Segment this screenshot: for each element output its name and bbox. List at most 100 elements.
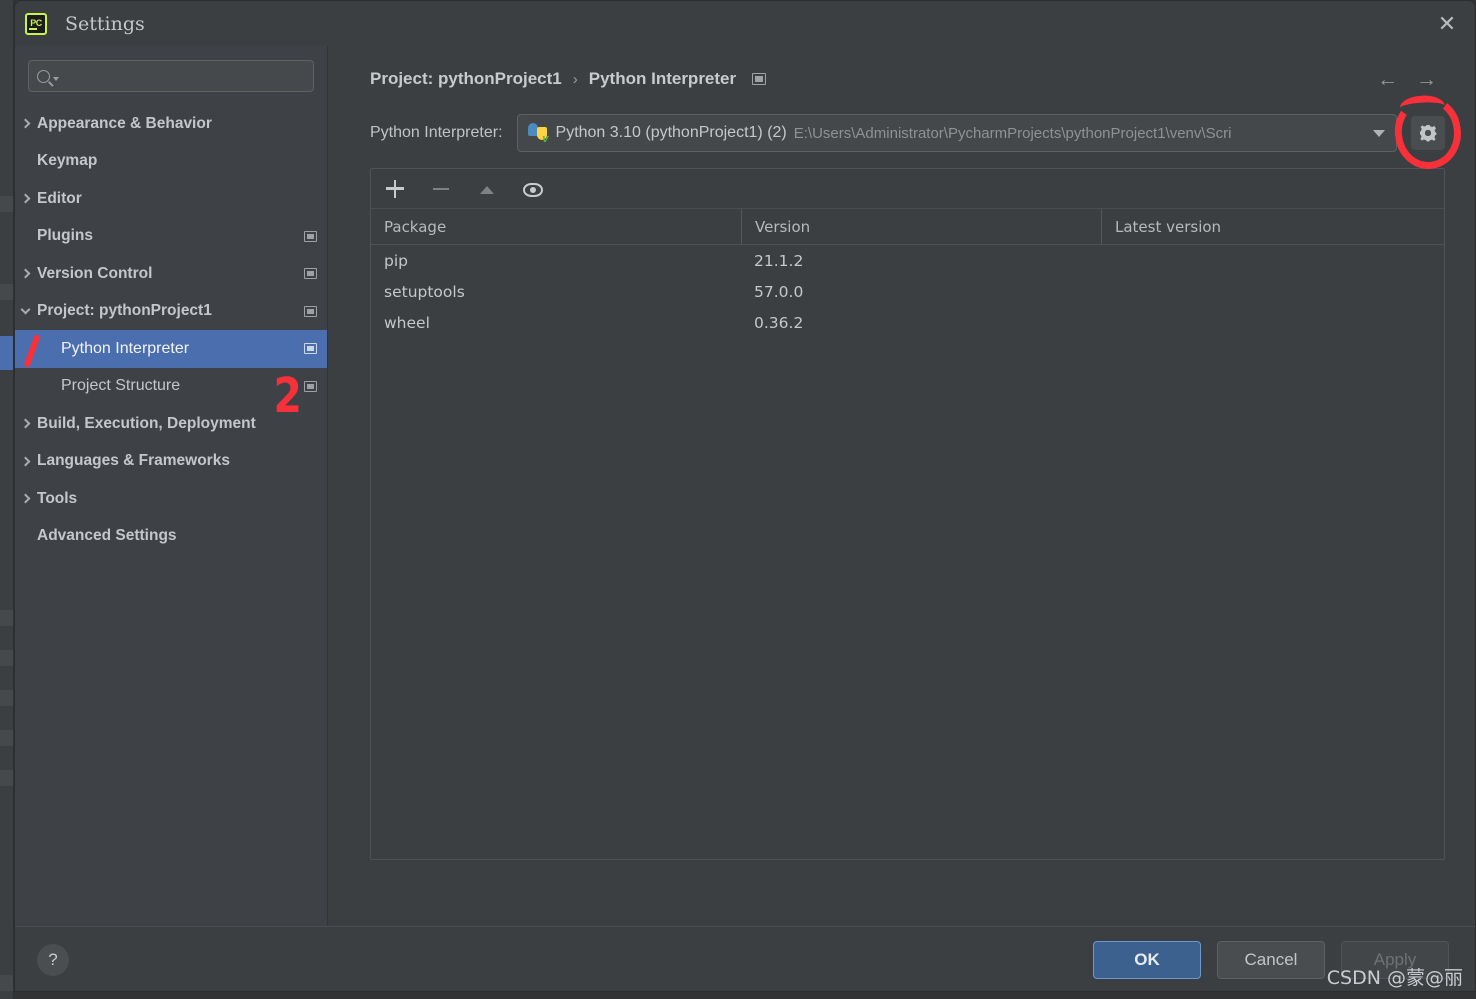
sidebar-item-label: Languages & Frameworks [37, 452, 230, 470]
cell-package: pip [384, 251, 408, 270]
packages-panel: Package Version Latest version pip 21.1.… [370, 168, 1445, 860]
interpreter-name: Python 3.10 (pythonProject1) (2) [555, 124, 787, 141]
help-icon[interactable]: ? [37, 943, 69, 976]
background-chip [0, 610, 13, 626]
packages-toolbar [371, 169, 1444, 209]
sidebar-item-advanced-settings[interactable]: Advanced Settings [15, 518, 327, 556]
add-package-icon[interactable] [385, 179, 405, 199]
background-chip [0, 284, 13, 300]
table-row[interactable]: wheel 0.36.2 [371, 307, 1444, 338]
breadcrumb: Project: pythonProject1 › Python Interpr… [370, 46, 1445, 98]
chevron-down-icon[interactable] [15, 304, 37, 315]
sidebar-item-version-control[interactable]: Version Control [15, 255, 327, 293]
search-input[interactable] [65, 68, 305, 84]
chevron-right-icon[interactable] [15, 456, 37, 467]
sidebar-item-plugins[interactable]: Plugins [15, 218, 327, 256]
interpreter-path: E:\Users\Administrator\PycharmProjects\p… [793, 124, 1232, 142]
dialog-buttons: OK Cancel Apply [1093, 940, 1449, 979]
show-early-releases-icon[interactable] [523, 183, 543, 197]
column-header-version[interactable]: Version [741, 209, 1101, 244]
sidebar-item-label: Editor [37, 189, 82, 207]
background-chip [0, 690, 13, 706]
modified-scope-icon [304, 230, 317, 242]
pycharm-icon: PC [25, 12, 47, 35]
remove-package-icon[interactable] [431, 179, 451, 199]
background-selected-chip [0, 336, 13, 370]
sidebar-item-python-interpreter[interactable]: Python Interpreter [15, 330, 327, 368]
sidebar-item-label: Advanced Settings [37, 527, 177, 545]
chevron-right-icon[interactable] [15, 493, 37, 504]
settings-tree: Appearance & Behavior Keymap Editor Plug… [15, 105, 327, 555]
sidebar-item-tools[interactable]: Tools [15, 480, 327, 518]
search-box[interactable] [28, 60, 314, 92]
settings-content: Project: pythonProject1 › Python Interpr… [328, 46, 1475, 926]
window-title: Settings [65, 12, 145, 35]
table-row[interactable]: pip 21.1.2 [371, 245, 1444, 276]
dialog-body: Appearance & Behavior Keymap Editor Plug… [15, 46, 1475, 926]
settings-sidebar: Appearance & Behavior Keymap Editor Plug… [15, 46, 328, 926]
gear-icon[interactable] [1389, 92, 1467, 174]
search-icon [37, 69, 50, 83]
sidebar-item-label: Appearance & Behavior [37, 114, 212, 132]
arrow-right-icon[interactable]: → [1416, 69, 1437, 90]
breadcrumb-separator: › [572, 70, 578, 88]
background-tool-strip [0, 0, 14, 999]
chevron-right-icon[interactable] [15, 193, 37, 204]
sidebar-item-keymap[interactable]: Keymap [15, 143, 327, 181]
cell-version: 57.0.0 [754, 282, 804, 301]
cell-version: 0.36.2 [754, 313, 804, 332]
search-filter-caret-icon[interactable] [53, 76, 59, 81]
sidebar-item-label: Python Interpreter [61, 339, 190, 357]
sidebar-item-project[interactable]: Project: pythonProject1 [15, 293, 327, 331]
modified-scope-icon [304, 380, 317, 392]
upgrade-package-icon[interactable] [477, 179, 497, 199]
close-icon[interactable]: ✕ [1419, 1, 1475, 46]
sidebar-item-label: Plugins [37, 227, 93, 245]
modified-scope-icon [304, 343, 317, 355]
interpreter-dropdown[interactable]: v Python 3.10 (pythonProject1) (2) E:\Us… [516, 114, 1397, 152]
cancel-button[interactable]: Cancel [1217, 940, 1325, 979]
chevron-right-icon[interactable] [15, 418, 37, 429]
nav-buttons: ← → [1377, 69, 1445, 90]
sidebar-item-label: Version Control [37, 264, 153, 282]
ok-button[interactable]: OK [1093, 940, 1201, 979]
background-chip [0, 975, 13, 991]
interpreter-label: Python Interpreter: [370, 124, 503, 141]
chevron-down-icon[interactable] [1366, 129, 1392, 137]
annotation-mark-two: 2 [273, 368, 302, 424]
sidebar-item-label: Keymap [37, 152, 98, 170]
sidebar-item-languages-frameworks[interactable]: Languages & Frameworks [15, 443, 327, 481]
table-row[interactable]: setuptools 57.0.0 [371, 276, 1444, 307]
background-chip [0, 650, 13, 666]
project-scope-icon [752, 73, 767, 85]
breadcrumb-parent[interactable]: Project: pythonProject1 [370, 69, 562, 89]
cell-package: setuptools [384, 282, 465, 301]
sidebar-item-editor[interactable]: Editor [15, 180, 327, 218]
background-chip [0, 770, 13, 786]
settings-dialog: PC Settings ✕ Appearance & Behavior Keym… [14, 0, 1476, 992]
cell-version: 21.1.2 [754, 251, 804, 270]
dialog-titlebar: PC Settings ✕ [15, 1, 1475, 46]
sidebar-item-appearance-behavior[interactable]: Appearance & Behavior [15, 105, 327, 143]
column-header-package[interactable]: Package [371, 209, 741, 244]
sidebar-item-label: Project Structure [61, 377, 181, 395]
sidebar-item-label: Tools [37, 489, 78, 507]
apply-button: Apply [1341, 940, 1449, 979]
dialog-footer: ? OK Cancel Apply CSDN @蒙@丽 [15, 926, 1475, 991]
breadcrumb-current: Python Interpreter [588, 69, 737, 88]
cell-package: wheel [384, 313, 430, 332]
sidebar-item-label: Build, Execution, Deployment [37, 414, 256, 432]
modified-scope-icon [304, 305, 317, 317]
search-container [15, 46, 327, 92]
sidebar-item-label: Project: pythonProject1 [37, 302, 212, 320]
python-venv-icon: v [527, 123, 549, 145]
packages-table-body: pip 21.1.2 setuptools 57.0.0 wheel 0.36.… [371, 245, 1444, 859]
chevron-right-icon[interactable] [15, 118, 37, 129]
chevron-right-icon[interactable] [15, 268, 37, 279]
arrow-left-icon[interactable]: ← [1377, 69, 1398, 90]
background-chip [0, 730, 13, 746]
packages-table-header: Package Version Latest version [371, 209, 1444, 245]
modified-scope-icon [304, 268, 317, 280]
column-header-latest-version[interactable]: Latest version [1101, 209, 1444, 244]
interpreter-row: Python Interpreter: v Python 3.10 (pytho… [370, 92, 1467, 174]
